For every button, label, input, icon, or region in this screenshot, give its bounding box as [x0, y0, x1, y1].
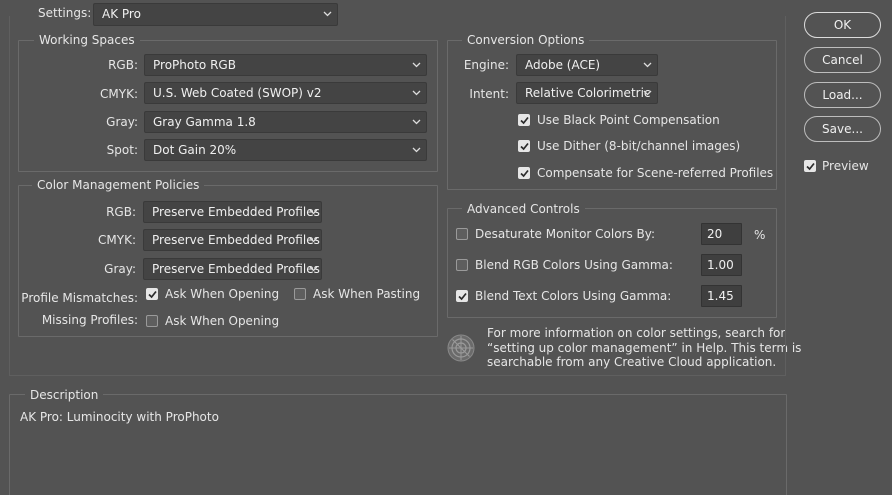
cancel-button[interactable]: Cancel	[804, 47, 881, 73]
preview-label: Preview	[822, 159, 869, 173]
main-frame	[9, 16, 786, 376]
save-button[interactable]: Save...	[804, 116, 881, 142]
load-button[interactable]: Load...	[804, 82, 881, 108]
ok-button[interactable]: OK	[804, 12, 881, 38]
preview-checkbox[interactable]	[804, 160, 816, 172]
description-title: Description	[25, 388, 104, 402]
checkmark-icon	[806, 162, 815, 171]
description-text: AK Pro: Luminocity with ProPhoto	[20, 410, 219, 424]
